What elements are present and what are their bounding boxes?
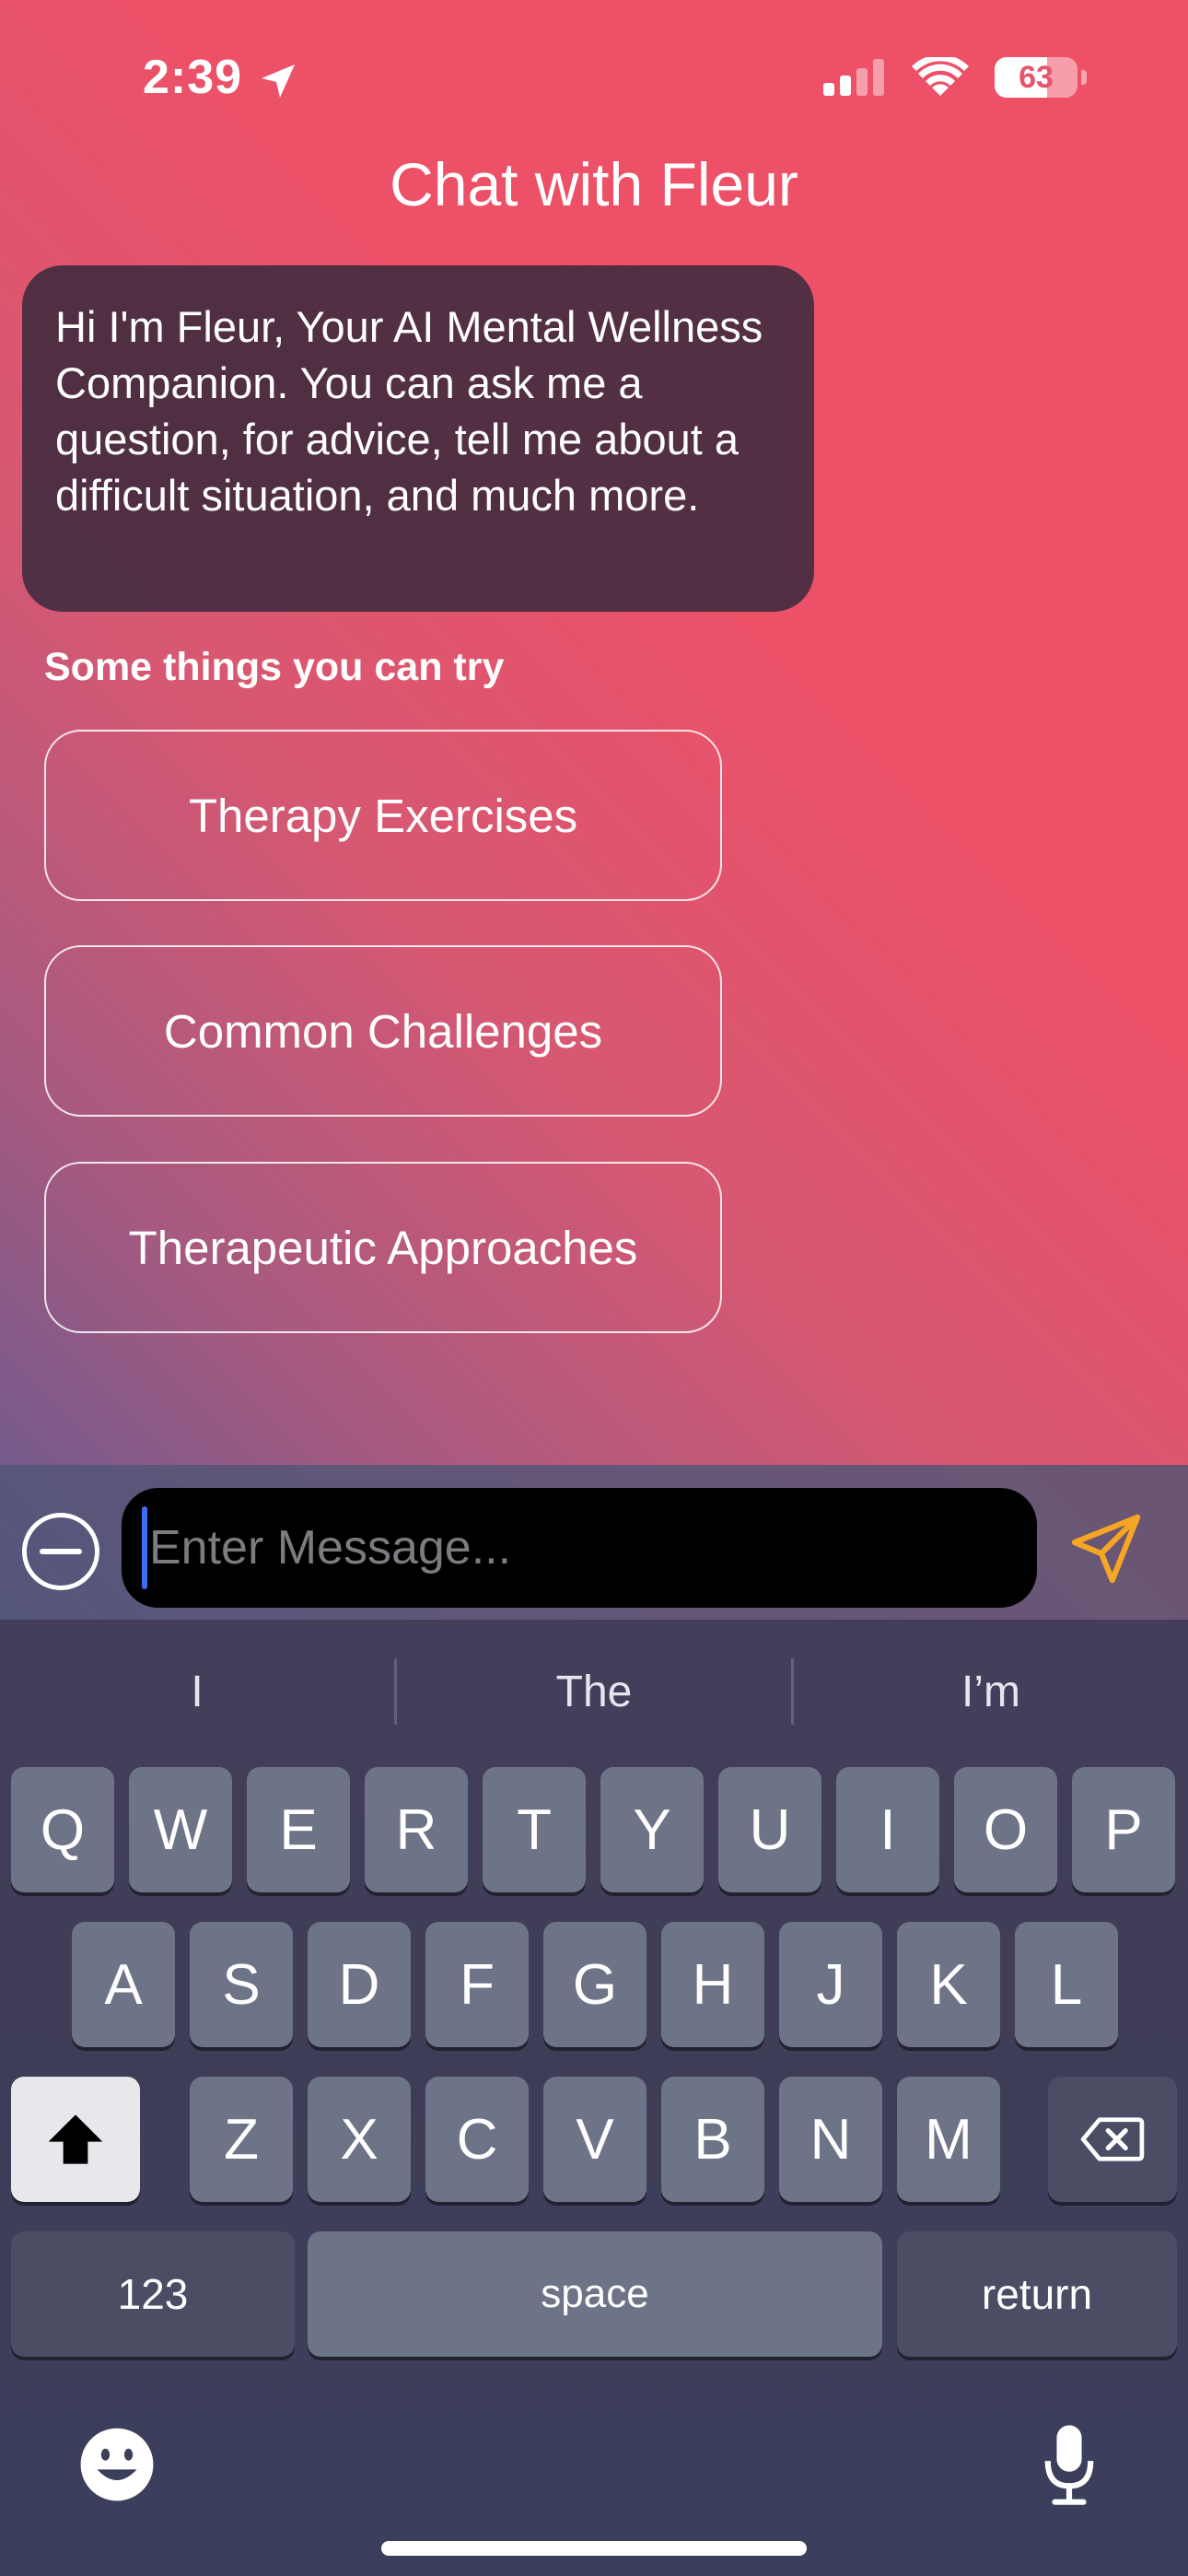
space-key[interactable]: space [308, 2231, 882, 2357]
backspace-icon [1080, 2117, 1145, 2161]
key-h[interactable]: H [661, 1922, 764, 2047]
prediction-1[interactable]: I [0, 1620, 394, 1763]
location-arrow-icon [262, 64, 295, 98]
shift-key[interactable] [11, 2077, 140, 2202]
key-s[interactable]: S [190, 1922, 293, 2047]
key-x[interactable]: X [308, 2077, 411, 2202]
suggestion-therapeutic-approaches[interactable]: Therapeutic Approaches [44, 1162, 722, 1333]
key-a[interactable]: A [72, 1922, 175, 2047]
key-b[interactable]: B [661, 2077, 764, 2202]
prediction-2[interactable]: The [397, 1620, 791, 1763]
suggestions-label: Some things you can try [44, 645, 505, 689]
status-time-text: 2:39 [143, 51, 243, 104]
minus-circle-icon[interactable] [22, 1513, 99, 1590]
key-f[interactable]: F [425, 1922, 529, 2047]
microphone-icon[interactable] [1041, 2421, 1098, 2508]
key-n[interactable]: N [779, 2077, 882, 2202]
key-i[interactable]: I [836, 1767, 939, 1892]
key-k[interactable]: K [897, 1922, 1000, 2047]
key-d[interactable]: D [308, 1922, 411, 2047]
key-t[interactable]: T [483, 1767, 586, 1892]
delete-key[interactable] [1048, 2077, 1177, 2202]
key-p[interactable]: P [1072, 1767, 1175, 1892]
suggestion-common-challenges[interactable]: Common Challenges [44, 945, 722, 1117]
assistant-message-text: Hi I'm Fleur, Your AI Mental Wellness Co… [55, 302, 763, 520]
key-v[interactable]: V [543, 2077, 646, 2202]
shift-icon [48, 2114, 103, 2164]
key-g[interactable]: G [543, 1922, 646, 2047]
cellular-signal-icon [823, 59, 884, 96]
message-input[interactable] [149, 1520, 978, 1575]
return-key[interactable]: return [897, 2231, 1177, 2357]
key-q[interactable]: Q [11, 1767, 114, 1892]
status-time: 2:39 [143, 50, 242, 105]
wifi-icon [912, 57, 969, 96]
emoji-icon[interactable] [77, 2425, 157, 2504]
assistant-message-bubble: Hi I'm Fleur, Your AI Mental Wellness Co… [22, 265, 814, 612]
battery-level: 63 [1019, 59, 1054, 95]
key-e[interactable]: E [247, 1767, 350, 1892]
key-o[interactable]: O [954, 1767, 1057, 1892]
key-r[interactable]: R [365, 1767, 468, 1892]
numbers-key[interactable]: 123 [11, 2231, 295, 2357]
key-z[interactable]: Z [190, 2077, 293, 2202]
page-title: Chat with Fleur [390, 150, 798, 218]
status-indicators: 63 [823, 57, 1087, 98]
key-l[interactable]: L [1015, 1922, 1118, 2047]
key-j[interactable]: J [779, 1922, 882, 2047]
prediction-3[interactable]: I’m [794, 1620, 1188, 1763]
key-w[interactable]: W [129, 1767, 232, 1892]
key-y[interactable]: Y [600, 1767, 704, 1892]
paper-plane-icon[interactable] [1068, 1511, 1144, 1587]
battery-indicator: 63 [995, 57, 1087, 98]
text-caret [142, 1506, 147, 1589]
message-field[interactable] [122, 1488, 1037, 1608]
suggestion-therapy-exercises[interactable]: Therapy Exercises [44, 730, 722, 901]
home-indicator [381, 2541, 807, 2556]
key-c[interactable]: C [425, 2077, 529, 2202]
key-u[interactable]: U [718, 1767, 821, 1892]
key-m[interactable]: M [897, 2077, 1000, 2202]
